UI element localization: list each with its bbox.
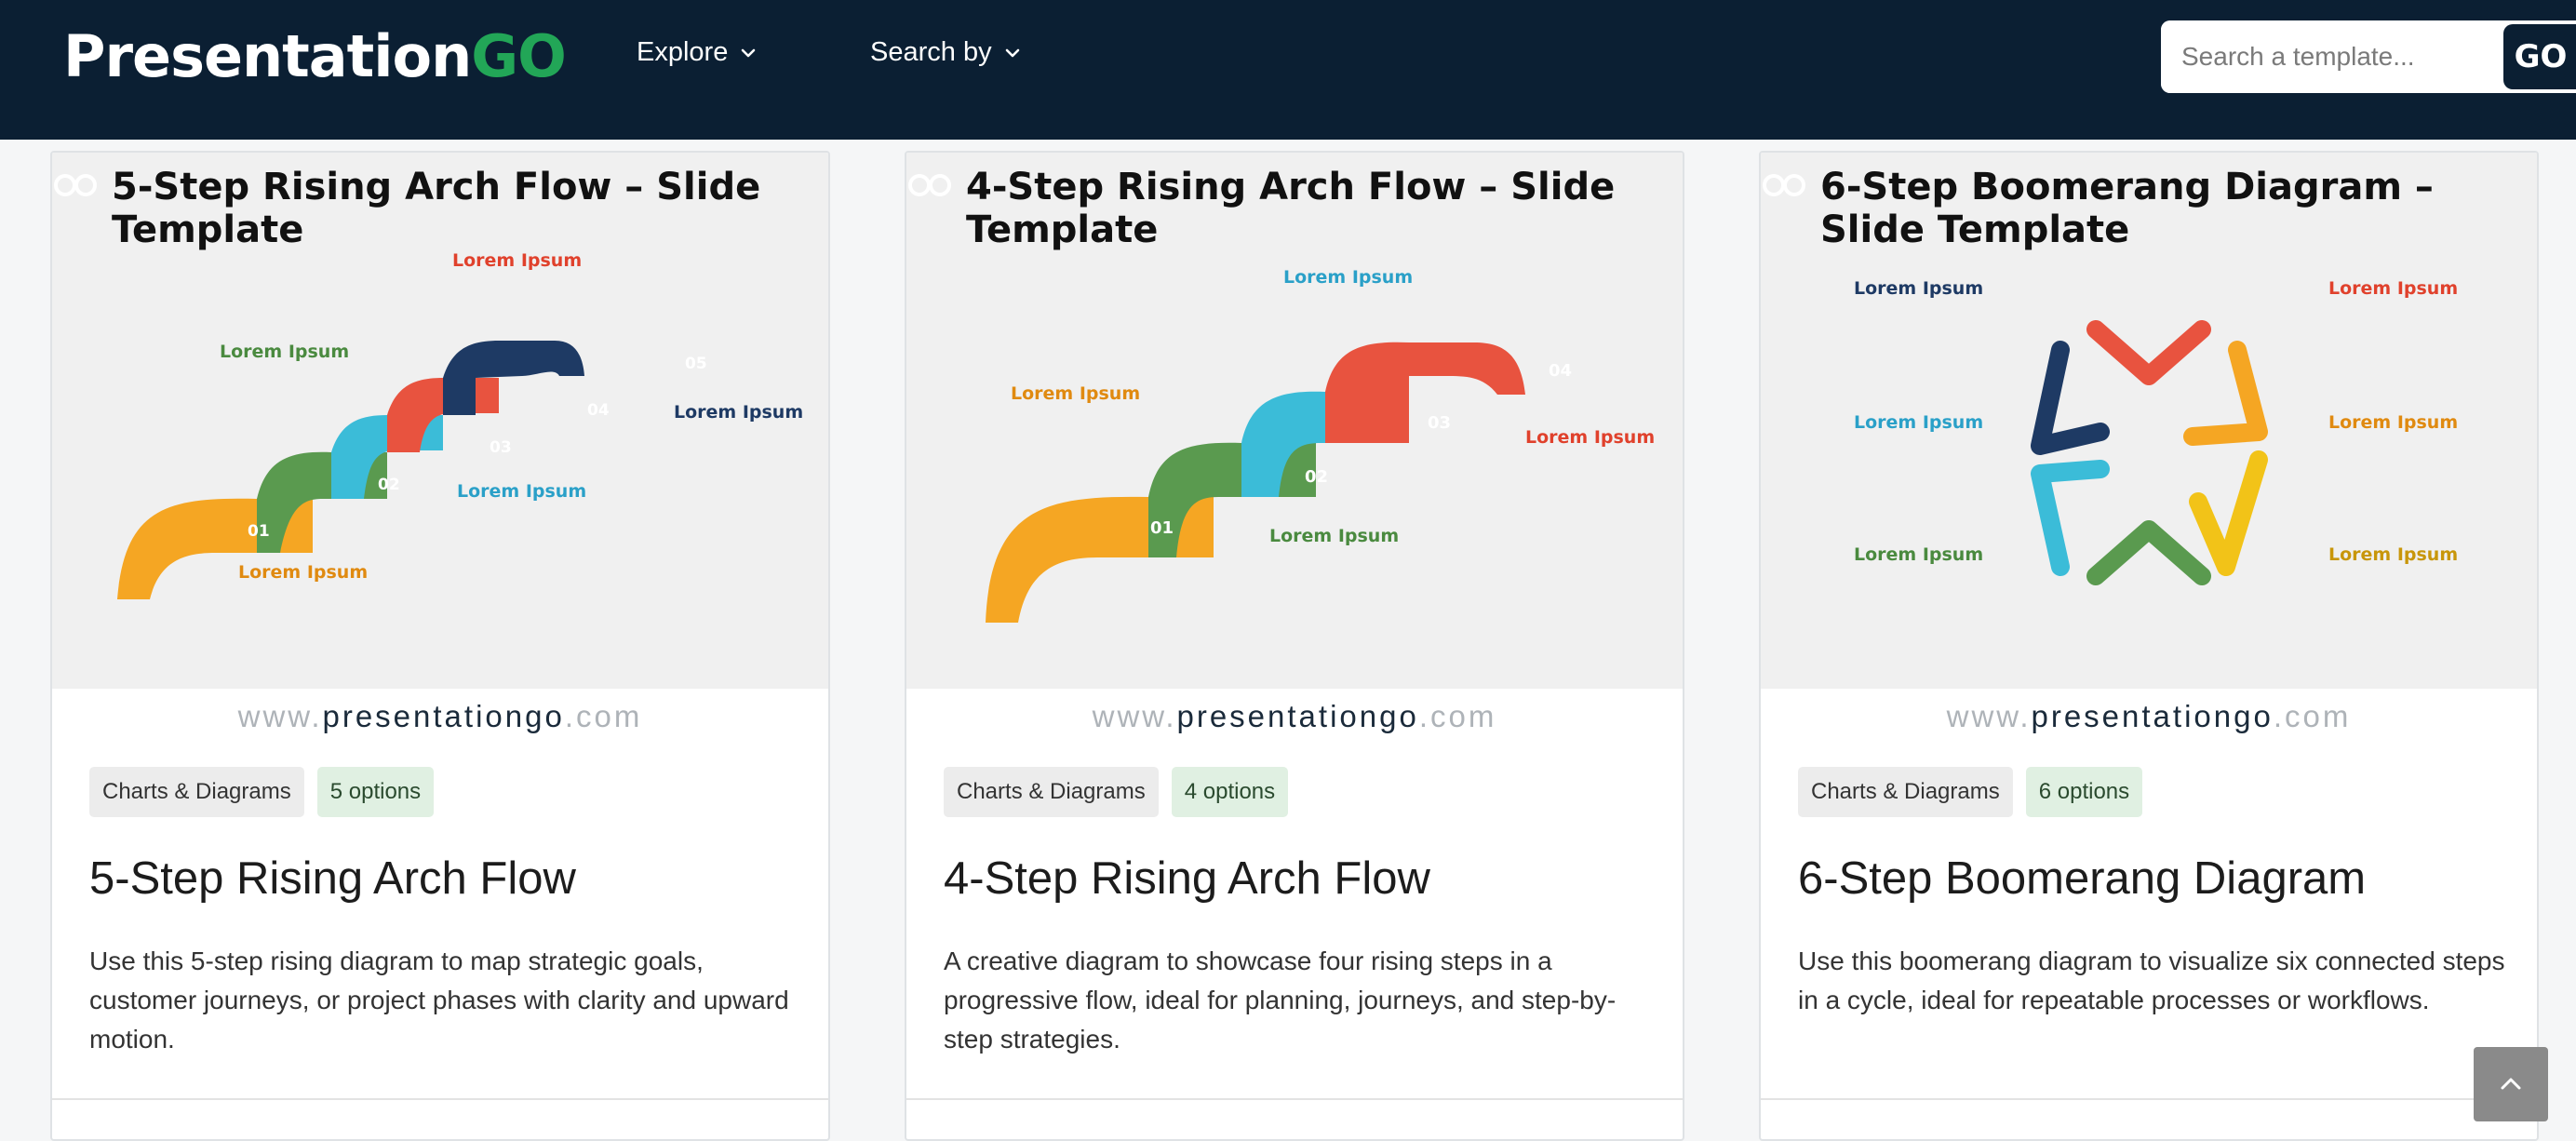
chevron-up-icon (2501, 1078, 2521, 1090)
tag-list: Charts & Diagrams 5 options (89, 767, 435, 817)
card-title[interactable]: 6-Step Boomerang Diagram (1798, 852, 2366, 905)
step-number: 03 (490, 438, 512, 457)
step-number: 02 (1305, 467, 1328, 487)
boomerang-segment (2031, 460, 2110, 576)
chevron-down-icon (1005, 48, 1019, 57)
diagram-heading: Lorem Ipsum (220, 342, 349, 362)
arch-step-4 (1325, 342, 1525, 443)
diagram-heading: Lorem Ipsum (674, 402, 803, 423)
card-title[interactable]: 5-Step Rising Arch Flow (89, 852, 576, 905)
nav-explore-label: Explore (637, 37, 729, 67)
rising-arch-diagram: 01 02 03 04 Lorem Ipsum Lorem Ipsum Lore… (986, 267, 1655, 623)
top-navbar: PresentationGO Explore Search by GO (0, 0, 2576, 140)
logo-main-text: Presentation (63, 21, 472, 90)
card-divider (1761, 1098, 2537, 1100)
nav-search-by-label: Search by (870, 37, 992, 67)
card-description: Use this boomerang diagram to visualize … (1798, 946, 2505, 1014)
step-number: 04 (1549, 361, 1572, 381)
nav-search-by[interactable]: Search by (870, 37, 1022, 68)
step-number: 03 (1428, 413, 1451, 433)
card-divider (906, 1098, 1683, 1100)
logo-accent-text: GO (471, 21, 567, 90)
watermark: www.presentationgo.com (1092, 699, 1497, 733)
diagram-heading: Lorem Ipsum (1283, 267, 1413, 288)
boomerang-segment (2086, 520, 2211, 585)
step-number: 01 (1150, 518, 1174, 538)
diagram-heading: Lorem Ipsum (1269, 526, 1399, 546)
options-tag: 5 options (316, 767, 435, 817)
card-divider (52, 1098, 828, 1100)
watermark: www.presentationgo.com (1946, 699, 2352, 733)
scroll-to-top-button[interactable] (2474, 1047, 2548, 1121)
category-tag[interactable]: Charts & Diagrams (944, 767, 1159, 817)
card-description: A creative diagram to showcase four risi… (944, 946, 1617, 1054)
diagram-heading: Lorem Ipsum (1854, 412, 1983, 433)
template-card[interactable]: 5-Step Rising Arch Flow – Slide Template… (50, 151, 830, 1141)
boomerang-segment (2183, 341, 2268, 446)
category-tag[interactable]: Charts & Diagrams (89, 767, 304, 817)
step-number: 04 (587, 401, 610, 420)
diagram-heading: Lorem Ipsum (457, 481, 586, 502)
boomerang-segment (2086, 320, 2211, 385)
diagram-heading: Lorem Ipsum (238, 562, 368, 583)
template-card[interactable]: 4-Step Rising Arch Flow – Slide Template… (905, 151, 1684, 1141)
template-thumbnail[interactable]: 4-Step Rising Arch Flow – Slide Template… (906, 153, 1683, 689)
rising-arch-diagram: 01 02 03 04 05 Lorem Ipsum Lorem Ipsum L… (117, 250, 803, 599)
boomerang-diagram: Lorem Ipsum Lorem Ipsum Lorem Ipsum Lore… (1854, 278, 2458, 585)
step-number: 01 (248, 522, 270, 541)
step-number: 05 (685, 355, 707, 373)
options-tag: 4 options (1171, 767, 1289, 817)
step-number: 02 (378, 476, 400, 494)
options-tag: 6 options (2025, 767, 2143, 817)
arch-step-5 (443, 341, 584, 415)
category-tag[interactable]: Charts & Diagrams (1798, 767, 2013, 817)
diagram-heading: Lorem Ipsum (452, 250, 582, 271)
diagram-heading: Lorem Ipsum (1854, 278, 1983, 299)
search-box: GO (2161, 20, 2576, 93)
chevron-down-icon (742, 48, 756, 57)
diagram-heading: Lorem Ipsum (2328, 278, 2458, 299)
boomerang-segment (2031, 341, 2110, 455)
diagram-heading: Lorem Ipsum (1854, 544, 1983, 565)
template-thumbnail[interactable]: 5-Step Rising Arch Flow – Slide Template… (52, 153, 828, 689)
diagram-heading: Lorem Ipsum (2328, 412, 2458, 433)
tag-list: Charts & Diagrams 4 options (944, 767, 1289, 817)
boomerang-segment (2189, 450, 2268, 576)
search-input[interactable] (2161, 20, 2503, 93)
tag-list: Charts & Diagrams 6 options (1798, 767, 2143, 817)
card-title[interactable]: 4-Step Rising Arch Flow (944, 852, 1430, 905)
nav-explore[interactable]: Explore (637, 37, 758, 68)
diagram-heading: Lorem Ipsum (1525, 427, 1655, 448)
card-description: Use this 5-step rising diagram to map st… (89, 946, 789, 1054)
search-go-button[interactable]: GO (2503, 24, 2576, 89)
template-thumbnail[interactable]: 6-Step Boomerang Diagram – Slide Templat… (1761, 153, 2537, 689)
site-logo[interactable]: Presentation GO (63, 20, 567, 91)
diagram-heading: Lorem Ipsum (2328, 544, 2458, 565)
watermark: www.presentationgo.com (237, 699, 643, 733)
template-card[interactable]: 6-Step Boomerang Diagram – Slide Templat… (1759, 151, 2539, 1141)
diagram-heading: Lorem Ipsum (1011, 383, 1140, 404)
